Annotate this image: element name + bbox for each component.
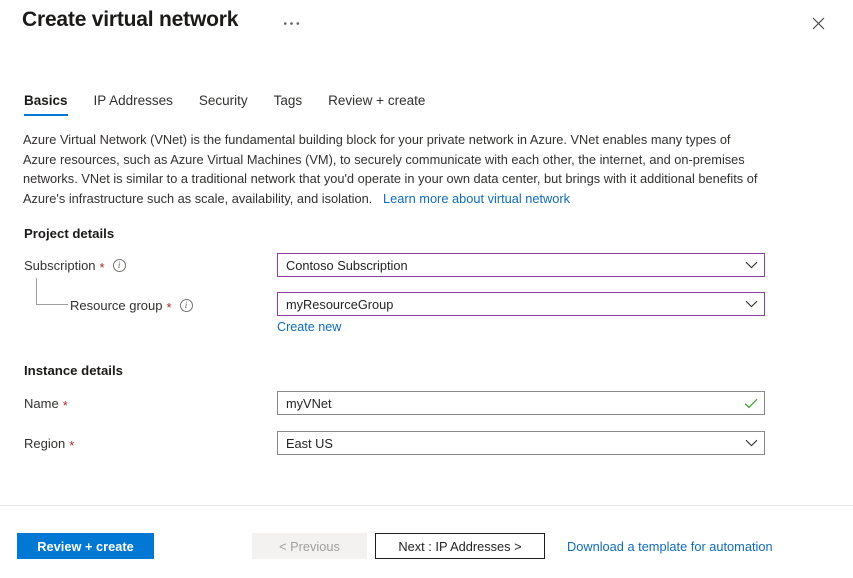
page-title: Create virtual network: [22, 8, 239, 31]
next-button[interactable]: Next : IP Addresses >: [375, 533, 545, 559]
label-region-text: Region: [24, 436, 66, 451]
label-resource-group-text: Resource group: [70, 298, 163, 313]
label-subscription: Subscription * i: [24, 258, 126, 275]
chevron-down-icon: [745, 261, 758, 269]
name-value: myVNet: [286, 395, 332, 411]
resource-group-value: myResourceGroup: [286, 296, 394, 312]
subscription-dropdown[interactable]: Contoso Subscription: [277, 253, 765, 277]
review-create-button[interactable]: Review + create: [17, 533, 154, 559]
create-new-resource-group-link[interactable]: Create new: [277, 320, 341, 334]
tab-ip-addresses[interactable]: IP Addresses: [81, 92, 186, 116]
chevron-down-icon: [745, 300, 758, 308]
blade-header: Create virtual network: [0, 0, 853, 62]
previous-button[interactable]: < Previous: [252, 533, 367, 559]
name-input[interactable]: myVNet: [277, 391, 765, 415]
label-resource-group: Resource group * i: [70, 298, 193, 315]
footer-separator: [0, 505, 853, 506]
required-indicator: *: [99, 259, 105, 275]
region-value: East US: [286, 435, 333, 451]
tab-strip: Basics IP Addresses Security Tags Review…: [22, 88, 438, 116]
label-region: Region *: [24, 436, 75, 453]
tab-security[interactable]: Security: [186, 92, 261, 116]
info-icon[interactable]: i: [112, 259, 126, 272]
tab-review-create[interactable]: Review + create: [315, 92, 438, 116]
close-button[interactable]: [805, 10, 831, 36]
required-indicator: *: [166, 299, 172, 315]
tab-tags[interactable]: Tags: [261, 92, 316, 116]
ellipsis-icon: [283, 22, 300, 25]
label-name: Name *: [24, 396, 68, 413]
close-icon: [812, 17, 824, 29]
validation-check-icon: [744, 398, 758, 409]
label-subscription-text: Subscription: [24, 258, 96, 273]
more-options-icon[interactable]: [283, 15, 300, 29]
tab-basics[interactable]: Basics: [22, 92, 81, 116]
section-heading-instance-details: Instance details: [24, 363, 123, 378]
chevron-down-icon: [745, 439, 758, 447]
section-heading-project-details: Project details: [24, 226, 115, 241]
tree-connector: [36, 278, 68, 305]
region-dropdown[interactable]: East US: [277, 431, 765, 455]
info-icon[interactable]: i: [179, 299, 193, 312]
blade-description: Azure Virtual Network (VNet) is the fund…: [23, 130, 758, 208]
subscription-value: Contoso Subscription: [286, 257, 408, 273]
label-name-text: Name: [24, 396, 59, 411]
learn-more-link[interactable]: Learn more about virtual network: [383, 191, 570, 206]
required-indicator: *: [62, 397, 68, 413]
download-template-link[interactable]: Download a template for automation: [567, 539, 773, 554]
required-indicator: *: [69, 437, 75, 453]
resource-group-dropdown[interactable]: myResourceGroup: [277, 292, 765, 316]
